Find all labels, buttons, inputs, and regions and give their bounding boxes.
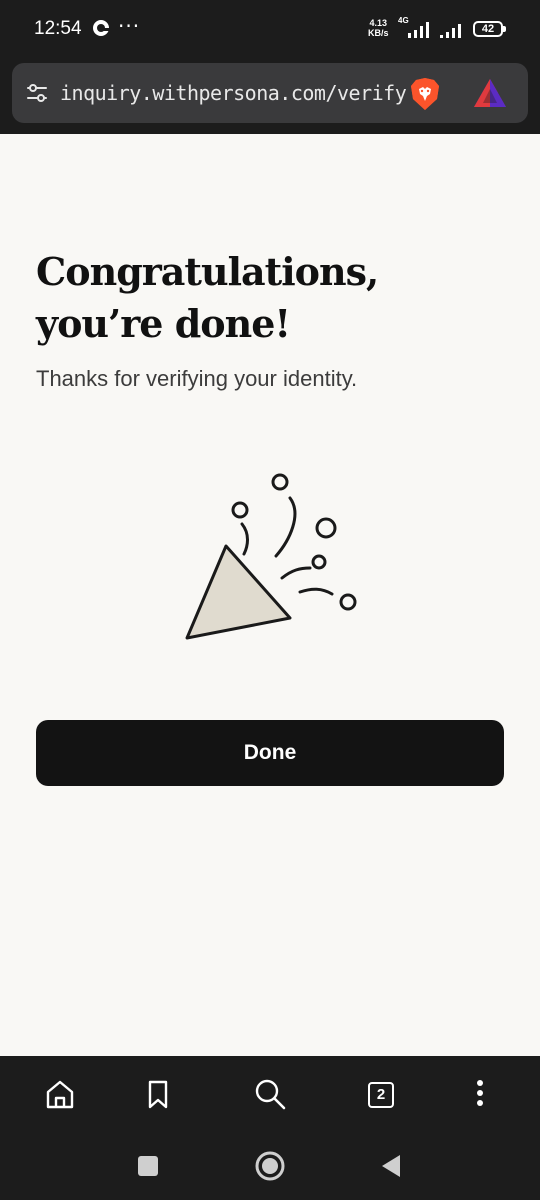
network-speed-value: 4.13 bbox=[369, 18, 388, 28]
app-notification-icon bbox=[93, 20, 109, 36]
web-page-content: Congratulations, you’re done! Thanks for… bbox=[0, 134, 540, 1056]
status-more-dots: ··· bbox=[118, 14, 141, 38]
brave-shield-icon[interactable] bbox=[410, 77, 440, 111]
more-vertical-icon[interactable] bbox=[460, 1074, 500, 1114]
signal-strength-icon bbox=[440, 24, 461, 38]
bookmark-icon[interactable] bbox=[138, 1074, 178, 1114]
network-speed-unit: KB/s bbox=[368, 28, 389, 38]
page-subtitle: Thanks for verifying your identity. bbox=[36, 366, 358, 391]
battery-indicator: 42 bbox=[473, 21, 503, 37]
nav-home-icon[interactable] bbox=[250, 1146, 290, 1186]
status-time: 12:54 bbox=[34, 18, 82, 39]
home-icon[interactable] bbox=[40, 1074, 80, 1114]
battery-tip bbox=[503, 26, 506, 32]
browser-toolbar: 2 bbox=[0, 1056, 540, 1132]
page-title: Congratulations, you’re done! bbox=[36, 249, 379, 346]
brave-rewards-icon[interactable] bbox=[472, 77, 508, 109]
done-button[interactable]: Done bbox=[36, 720, 504, 786]
party-popper-icon bbox=[185, 473, 357, 640]
browser-address-area: inquiry.withpersona.com/verify bbox=[0, 58, 540, 134]
tabs-icon[interactable]: 2 bbox=[360, 1074, 400, 1114]
status-bar: 12:54 ··· 4.13 KB/s 4G 42 bbox=[0, 0, 540, 58]
back-icon[interactable] bbox=[372, 1146, 412, 1186]
system-navigation-bar bbox=[0, 1132, 540, 1200]
recent-apps-icon[interactable] bbox=[128, 1146, 168, 1186]
address-bar[interactable]: inquiry.withpersona.com/verify bbox=[12, 63, 528, 123]
network-speed: 4.13 KB/s bbox=[368, 18, 389, 38]
site-settings-icon[interactable] bbox=[26, 82, 48, 104]
signal-strength-icon bbox=[408, 22, 429, 38]
search-icon[interactable] bbox=[250, 1074, 290, 1114]
tab-count[interactable]: 2 bbox=[368, 1082, 394, 1108]
battery-level: 42 bbox=[481, 23, 495, 35]
url-text[interactable]: inquiry.withpersona.com/verify bbox=[60, 81, 407, 105]
